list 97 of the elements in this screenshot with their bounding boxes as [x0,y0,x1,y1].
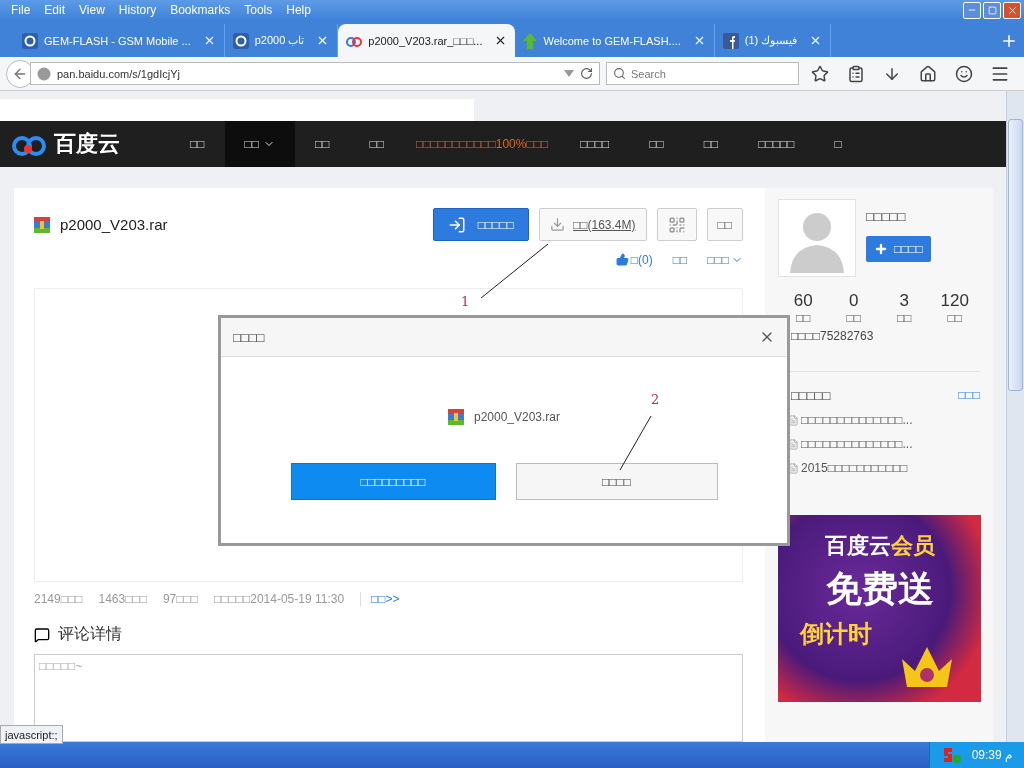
menu-item[interactable]: Tools [237,3,280,17]
archive-icon [447,409,464,425]
close-icon [1006,4,1018,16]
menu-item[interactable]: File [4,3,38,17]
count-label: □□ [796,311,811,325]
arrow-up-icon [523,32,538,49]
more-link[interactable]: □□>> [360,591,400,606]
close-button[interactable] [1003,1,1021,19]
reload-icon[interactable] [580,67,593,80]
count-value: 0 [849,291,859,311]
maximize-button[interactable] [983,1,1001,19]
primary-button[interactable]: □□□□□□□□□ [290,463,496,500]
file-link[interactable]: □□□□□□□□□□□□□□... [801,413,913,427]
leader-line [619,415,652,471]
secondary-button[interactable]: □□□□ [515,463,718,500]
dropdown-icon[interactable] [564,70,574,77]
nav-item[interactable]: □□ [629,121,684,167]
follow-button[interactable]: □□□□ [866,236,931,262]
globe-icon [37,66,51,81]
cloud-icon [346,34,363,47]
star-icon[interactable] [811,64,829,83]
download-icon [550,217,565,233]
more-button[interactable]: □□ [706,208,743,242]
archive-icon [34,216,50,233]
download-button[interactable]: □□(163.4M) [539,208,647,242]
save-button[interactable]: □□□□□ [432,208,529,242]
site-icon [22,32,38,49]
user-name: □□□□□ [866,209,907,224]
stat-text: 97□□□ [162,591,198,606]
menu-item[interactable]: Help [279,3,318,17]
file-link[interactable]: 2015□□□□□□□□□□□ [801,461,908,475]
section-title: □□□□□ [791,388,831,403]
dropdown-link[interactable]: □□□ [707,252,743,267]
home-icon[interactable] [919,64,937,83]
ad-title-accent: 会员 [890,532,935,560]
nav-item[interactable]: □□ [224,121,295,167]
thumbs-up-icon [615,253,629,267]
ad-title: 百度云 [824,532,891,560]
stat-text: 1463□□□ [98,591,147,606]
count-label: □□ [846,311,861,325]
count-value: 120 [940,291,969,311]
facebook-icon [722,32,739,49]
nav-item[interactable]: □□□□ [560,121,630,167]
section-link[interactable]: □□□ [958,388,980,403]
search-icon [613,67,626,80]
site-icon [232,32,249,49]
plus-icon [874,242,888,256]
action-link[interactable]: □□ [672,252,688,267]
count-value: 60 [793,291,813,311]
nav-item[interactable]: □□ [349,121,404,167]
nav-item[interactable]: □□□□□ [738,121,815,167]
maximize-icon [987,5,997,15]
nav-item[interactable]: □□ [295,121,350,167]
browser-tab[interactable]: p2000_V203.rar_□□□... [338,24,516,57]
annotation-number: 1 [461,294,470,309]
annotation-number: 2 [651,392,660,407]
comments-title: 评论详情 [58,624,122,645]
scrollbar[interactable] [1006,91,1024,742]
minimize-button[interactable] [963,1,981,19]
file-icon [788,438,799,450]
dialog-title: □□□□ [233,329,265,345]
ad-banner[interactable]: 百度云会员 免费送 倒计时 [778,515,981,702]
menu-item[interactable]: View [72,3,112,17]
nav-item[interactable]: □□ [683,121,739,167]
search-field[interactable]: Search [606,62,799,85]
nav-item[interactable]: □□ [170,121,225,167]
qr-code-icon [667,215,686,234]
comment-icon [34,626,50,643]
clock: 09:39 م [971,748,1012,762]
nav-item[interactable]: □□□□□□□□□□□100%□□□ [404,121,561,167]
file-icon [788,462,799,474]
file-icon [788,414,799,426]
qr-code-button[interactable] [656,208,697,242]
smiley-icon[interactable] [955,64,973,83]
scrollbar-thumb[interactable] [1008,119,1023,391]
address-field[interactable]: pan.baidu.com/s/1gdIcjYj [30,62,600,85]
enter-icon [447,215,466,234]
clipboard-icon[interactable] [847,64,865,83]
file-name: p2000_V203.rar [60,216,168,234]
count-label: □□ [897,311,912,325]
menu-item[interactable]: Edit [37,3,73,17]
status-text: javascript:; [0,725,63,744]
like-link[interactable]: □(0) [615,252,653,267]
tray-icon [941,746,962,764]
leader-line [480,243,549,299]
nav-item[interactable]: □ [814,121,862,167]
menu-item[interactable]: Bookmarks [163,3,238,17]
count-label: □□ [947,311,962,325]
dialog-file-name: p2000_V203.rar [473,410,561,424]
stat-text: 2149□□□ [34,591,83,606]
count-value: 3 [899,291,909,311]
logo-text: 百度云 [54,130,120,158]
menu-item[interactable]: History [111,3,164,17]
stat-text: □□□□□2014-05-19 11:30 [214,591,345,606]
file-link[interactable]: □□□□□□□□□□□□□□... [801,437,913,451]
ad-subline: 倒计时 [800,619,872,649]
ad-headline: 免费送 [825,567,934,611]
